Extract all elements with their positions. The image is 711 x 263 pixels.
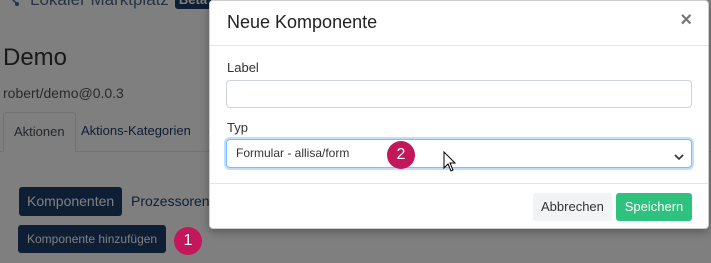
type-select-value: Formular - allisa/form <box>236 146 350 160</box>
close-icon[interactable]: × <box>680 10 692 30</box>
label-input[interactable] <box>226 80 692 108</box>
save-button[interactable]: Speichern <box>616 193 692 221</box>
modal-footer: Abbrechen Speichern <box>210 183 708 229</box>
step-marker-1: 1 <box>174 227 202 255</box>
type-field-label: Typ <box>227 120 248 135</box>
step-marker-2: 2 <box>387 141 415 169</box>
modal-title: Neue Komponente <box>227 12 378 32</box>
label-field-label: Label <box>227 60 259 75</box>
chevron-down-icon <box>674 149 684 161</box>
cancel-button[interactable]: Abbrechen <box>533 193 612 221</box>
type-select[interactable]: Formular - allisa/form <box>226 139 692 168</box>
new-component-dialog: Neue Komponente × Label Typ Formular - a… <box>209 0 709 229</box>
modal-header: Neue Komponente × <box>210 1 708 46</box>
mouse-cursor-icon <box>443 150 457 173</box>
